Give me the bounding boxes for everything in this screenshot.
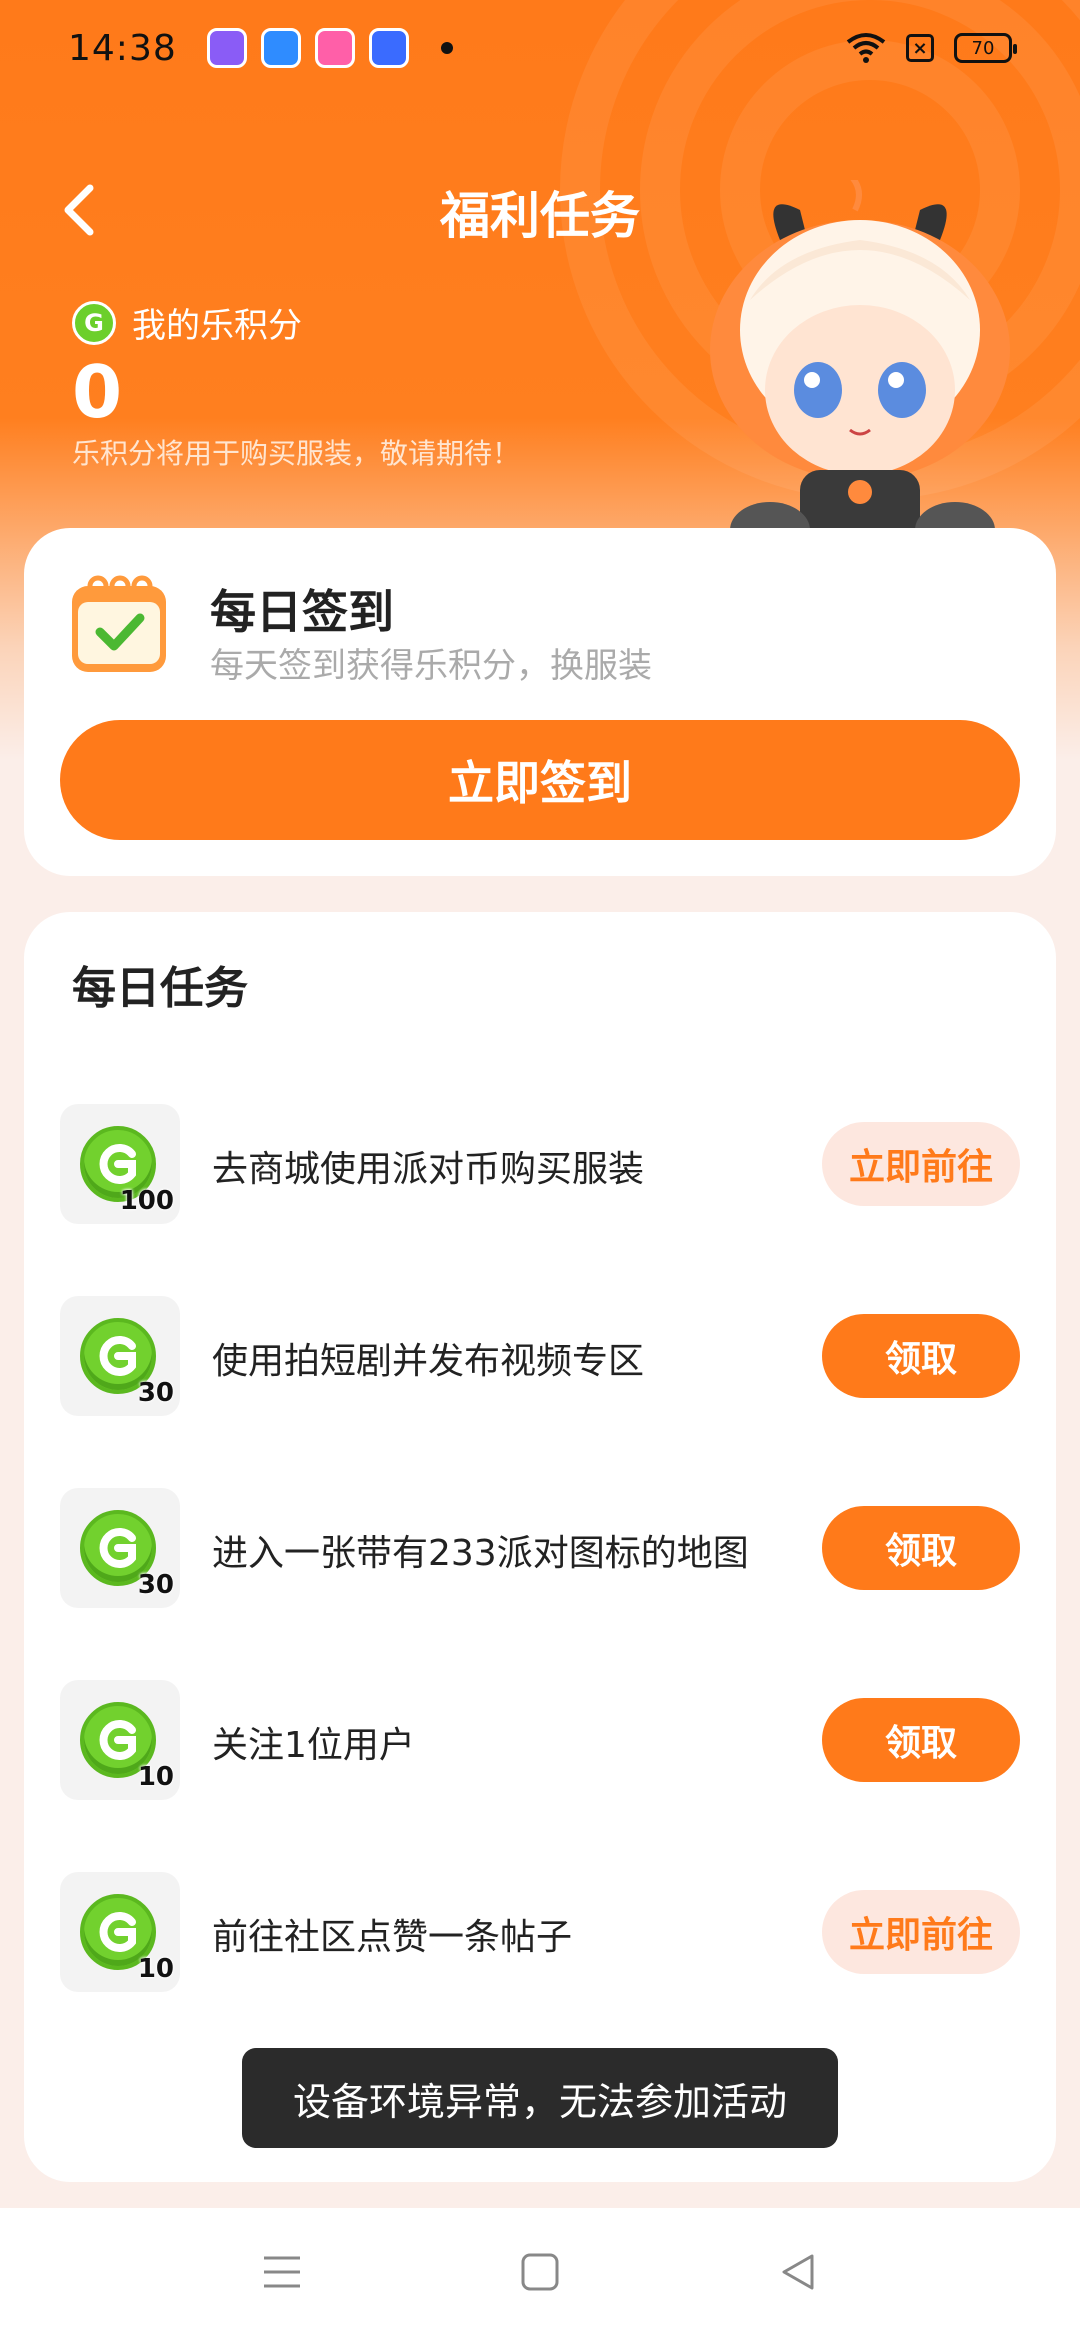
more-notifications-icon [440, 42, 453, 54]
app-notification-icon [206, 28, 247, 68]
task-description: 使用拍短剧并发布视频专区 [212, 1341, 645, 1382]
task-description: 去商城使用派对币购买服装 [212, 1149, 645, 1190]
task-claim-button[interactable]: 领取 [822, 1698, 1020, 1782]
points-coin-icon: G [72, 300, 116, 345]
app-notification-icon [260, 28, 301, 68]
task-row: 10 前往社区点赞一条帖子 立即前往 [60, 1872, 1020, 1996]
task-reward-icon: 10 [60, 1872, 180, 1992]
status-time: 14:38 [68, 27, 177, 69]
battery-level: 70 [971, 37, 995, 59]
task-reward-icon: 10 [60, 1680, 180, 1800]
task-reward-amount: 30 [137, 1378, 174, 1408]
toast-message: 设备环境异常，无法参加活动 [242, 2048, 838, 2148]
daily-tasks-card: 每日任务 100 去商城使用派对币购买服装 立即前往 30 使用拍短剧并发布视频… [24, 912, 1056, 2182]
task-reward-icon: 30 [60, 1296, 180, 1416]
points-label: G 我的乐积分 [72, 298, 302, 347]
task-go-button[interactable]: 立即前往 [822, 1122, 1020, 1206]
status-bar: 14:38 × 70 [0, 0, 1080, 96]
task-reward-amount: 100 [119, 1186, 174, 1216]
task-reward-amount: 10 [137, 1954, 174, 1984]
menu-icon[interactable] [262, 2252, 302, 2292]
points-note: 乐积分将用于购买服装，敬请期待！ [72, 437, 521, 470]
checkin-title: 每日签到 [210, 585, 394, 639]
app-notification-icon [368, 28, 409, 68]
system-navigation-bar [0, 2208, 1080, 2340]
battery-icon: 70 [954, 33, 1017, 63]
daily-tasks-title: 每日任务 [72, 963, 248, 1014]
home-icon[interactable] [520, 2252, 560, 2292]
checkin-button[interactable]: 立即签到 [60, 720, 1020, 840]
mascot-illustration [710, 180, 1010, 558]
task-row: 10 关注1位用户 领取 [60, 1680, 1020, 1804]
task-row: 30 使用拍短剧并发布视频专区 领取 [60, 1296, 1020, 1420]
task-claim-button[interactable]: 领取 [822, 1506, 1020, 1590]
checkin-card: 每日签到 每天签到获得乐积分，换服装 立即签到 [24, 528, 1056, 876]
back-nav-icon[interactable] [778, 2252, 818, 2292]
app-notification-icon [314, 28, 355, 68]
task-claim-button[interactable]: 领取 [822, 1314, 1020, 1398]
task-description: 进入一张带有233派对图标的地图 [212, 1533, 749, 1574]
checkin-subtitle: 每天签到获得乐积分，换服装 [210, 646, 652, 686]
notification-icons [206, 28, 453, 68]
task-description: 前往社区点赞一条帖子 [212, 1917, 573, 1958]
points-value: 0 [72, 350, 123, 434]
no-sim-icon: × [906, 34, 934, 62]
task-reward-amount: 10 [137, 1762, 174, 1792]
task-reward-icon: 100 [60, 1104, 180, 1224]
task-reward-amount: 30 [137, 1570, 174, 1600]
task-row: 30 进入一张带有233派对图标的地图 领取 [60, 1488, 1020, 1612]
calendar-check-icon [72, 575, 166, 672]
task-go-button[interactable]: 立即前往 [822, 1890, 1020, 1974]
wifi-icon [846, 33, 886, 63]
task-description: 关注1位用户 [212, 1725, 415, 1766]
task-row: 100 去商城使用派对币购买服装 立即前往 [60, 1104, 1020, 1228]
task-reward-icon: 30 [60, 1488, 180, 1608]
points-label-text: 我的乐积分 [132, 306, 302, 346]
